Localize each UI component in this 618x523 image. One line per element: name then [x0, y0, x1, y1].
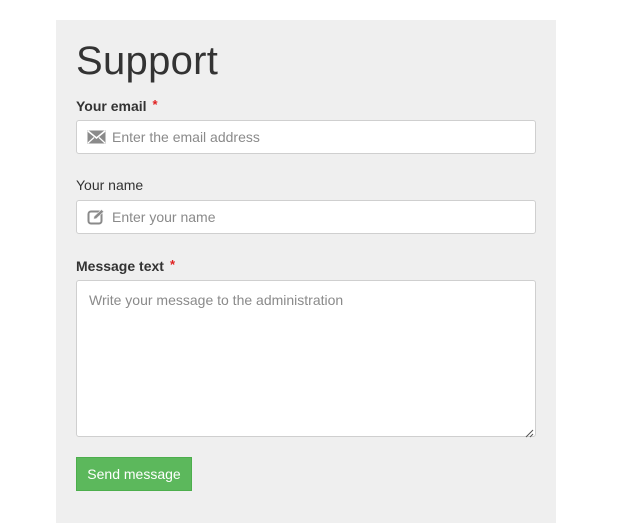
message-required-mark: * [169, 257, 175, 272]
message-placeholder: Write your message to the administration [89, 292, 344, 308]
send-message-button[interactable]: Send message [76, 457, 192, 491]
message-label: Message text * [76, 256, 175, 275]
email-required-mark: * [152, 97, 158, 112]
envelope-icon [87, 129, 106, 145]
page-title: Support [76, 39, 219, 83]
edit-icon [87, 209, 106, 225]
name-label: Your name [76, 177, 144, 193]
email-label: Your email * [76, 96, 158, 115]
resize-handle-icon[interactable] [524, 425, 534, 438]
name-placeholder: Enter your name [112, 209, 216, 225]
email-placeholder: Enter the email address [112, 129, 260, 145]
message-label-text: Message text [76, 258, 164, 274]
message-textarea[interactable]: Write your message to the administration [76, 280, 536, 438]
email-field[interactable]: Enter the email address [76, 120, 536, 154]
name-field[interactable]: Enter your name [76, 200, 536, 234]
email-label-text: Your email [76, 98, 147, 114]
